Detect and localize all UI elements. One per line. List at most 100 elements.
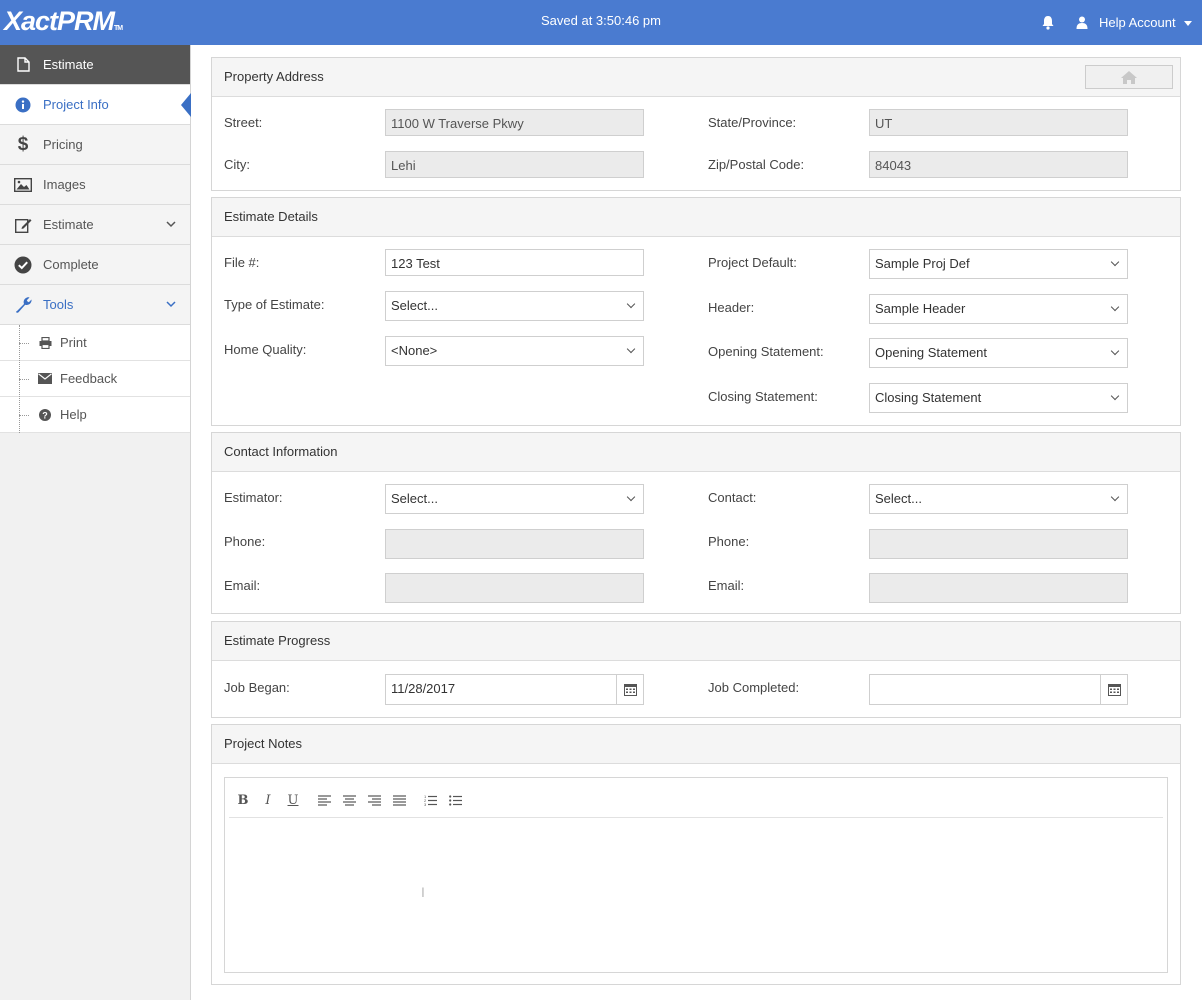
home-quality-label: Home Quality:	[224, 342, 307, 357]
sidebar-item-images[interactable]: Images	[0, 165, 190, 205]
header-label: Header:	[708, 300, 755, 315]
align-left-icon	[317, 794, 331, 806]
info-icon	[14, 96, 32, 114]
align-left-button[interactable]	[317, 792, 331, 808]
job-began-value: 11/28/2017	[391, 681, 456, 696]
notes-editor[interactable]: B I U 123 I	[224, 777, 1168, 973]
panel-title: Property Address	[212, 58, 1180, 97]
estimate-type-select[interactable]: Select...	[385, 291, 644, 321]
panel-title: Contact Information	[212, 433, 1180, 472]
sidebar-item-label: Estimate	[43, 217, 94, 232]
sidebar-item-label: Complete	[43, 257, 99, 272]
chevron-down-icon[interactable]	[166, 299, 176, 309]
sidebar-item-label: Tools	[43, 297, 74, 312]
panel-title: Project Notes	[212, 725, 1180, 764]
italic-button[interactable]: I	[262, 792, 274, 808]
sidebar-subitem-label: Help	[60, 407, 87, 422]
opening-statement-select[interactable]: Opening Statement	[869, 338, 1128, 368]
tree-guide-tick	[19, 379, 29, 380]
estimator-email-field[interactable]	[385, 573, 644, 603]
contact-email-field[interactable]	[869, 573, 1128, 603]
contact-phone-field[interactable]	[869, 529, 1128, 559]
panel-title-text: Property Address	[224, 69, 324, 84]
justify-icon	[392, 794, 406, 806]
job-began-date-input[interactable]: 11/28/2017	[385, 674, 644, 705]
bell-icon[interactable]	[1041, 15, 1055, 30]
city-field[interactable]: Lehi	[385, 151, 644, 178]
check-circle-icon	[14, 256, 32, 274]
user-icon	[1076, 16, 1088, 29]
file-number-label: File #:	[224, 255, 260, 270]
state-field[interactable]: UT	[869, 109, 1128, 136]
project-notes-panel: Project Notes B I U 123 I	[211, 724, 1181, 985]
ordered-list-icon: 123	[424, 794, 437, 806]
chevron-down-icon[interactable]	[166, 219, 176, 229]
saved-status: Saved at 3:50:46 pm	[541, 13, 661, 28]
estimator-email-label: Email:	[224, 578, 261, 593]
ordered-list-button[interactable]: 123	[423, 792, 437, 808]
question-icon: ?	[38, 408, 52, 422]
panel-title: Estimate Progress	[212, 622, 1180, 661]
estimate-type-label: Type of Estimate:	[224, 297, 325, 312]
street-field[interactable]: 1100 W Traverse Pkwy	[385, 109, 644, 136]
closing-statement-select[interactable]: Closing Statement	[869, 383, 1128, 413]
sidebar-subitem-label: Print	[60, 335, 87, 350]
sidebar-subitem-label: Feedback	[60, 371, 118, 386]
underline-button[interactable]: U	[287, 792, 299, 808]
property-address-panel: Property Address Street: 1100 W Traverse…	[211, 57, 1181, 191]
city-label: City:	[224, 157, 250, 172]
calendar-button[interactable]	[1100, 675, 1127, 704]
text-cursor-icon: I	[421, 884, 425, 900]
state-label: State/Province:	[708, 115, 797, 130]
sidebar-item-tools[interactable]: Tools	[0, 285, 190, 325]
job-completed-label: Job Completed:	[708, 680, 800, 695]
contact-label: Contact:	[708, 490, 757, 505]
estimator-select[interactable]: Select...	[385, 484, 644, 514]
sidebar-item-label: Images	[43, 177, 86, 192]
home-icon	[1121, 70, 1137, 84]
sidebar-item-complete[interactable]: Complete	[0, 245, 190, 285]
caret-down-icon[interactable]	[1184, 21, 1192, 26]
active-indicator	[181, 93, 191, 117]
panel-title: Estimate Details	[212, 198, 1180, 237]
sidebar-item-project-info[interactable]: Project Info	[0, 85, 191, 125]
calendar-icon	[1107, 684, 1121, 696]
job-began-label: Job Began:	[224, 680, 290, 695]
align-right-button[interactable]	[367, 792, 381, 808]
project-default-select[interactable]: Sample Proj Def	[869, 249, 1128, 279]
contact-information-panel: Contact Information Estimator: Select...…	[211, 432, 1181, 614]
justify-button[interactable]	[392, 792, 406, 808]
wrench-icon	[14, 296, 32, 314]
estimate-details-panel: Estimate Details File #: 123 Test Type o…	[211, 197, 1181, 426]
tree-guide-tick	[19, 343, 29, 344]
align-center-button[interactable]	[342, 792, 356, 808]
editor-toolbar: B I U 123	[229, 782, 1163, 818]
calendar-button[interactable]	[616, 675, 643, 704]
sidebar-item-label: Estimate	[43, 57, 94, 72]
align-right-icon	[367, 794, 381, 806]
bullet-list-button[interactable]	[448, 792, 462, 808]
estimator-phone-field[interactable]	[385, 529, 644, 559]
align-center-icon	[342, 794, 356, 806]
notes-content[interactable]	[233, 822, 1159, 964]
svg-text:?: ?	[42, 410, 48, 420]
contact-select[interactable]: Select...	[869, 484, 1128, 514]
sidebar-item-estimate[interactable]: Estimate	[0, 205, 190, 245]
bold-button[interactable]: B	[237, 792, 249, 808]
sidebar-item-label: Pricing	[43, 137, 83, 152]
header-select[interactable]: Sample Header	[869, 294, 1128, 324]
sidebar-item-estimate-header[interactable]: Estimate	[0, 45, 190, 85]
top-bar: XactPRMTM Saved at 3:50:46 pm Help Accou…	[0, 0, 1202, 45]
contact-phone-label: Phone:	[708, 534, 750, 549]
project-default-label: Project Default:	[708, 255, 797, 270]
account-menu[interactable]: Help Account	[1099, 15, 1176, 30]
sidebar-item-pricing[interactable]: $ Pricing	[0, 125, 190, 165]
zip-field[interactable]: 84043	[869, 151, 1128, 178]
home-quality-select[interactable]: <None>	[385, 336, 644, 366]
envelope-icon	[38, 372, 52, 386]
home-button[interactable]	[1085, 65, 1173, 89]
printer-icon	[38, 336, 52, 350]
sidebar-item-label: Project Info	[43, 97, 109, 112]
file-number-input[interactable]: 123 Test	[385, 249, 644, 276]
job-completed-date-input[interactable]	[869, 674, 1128, 705]
